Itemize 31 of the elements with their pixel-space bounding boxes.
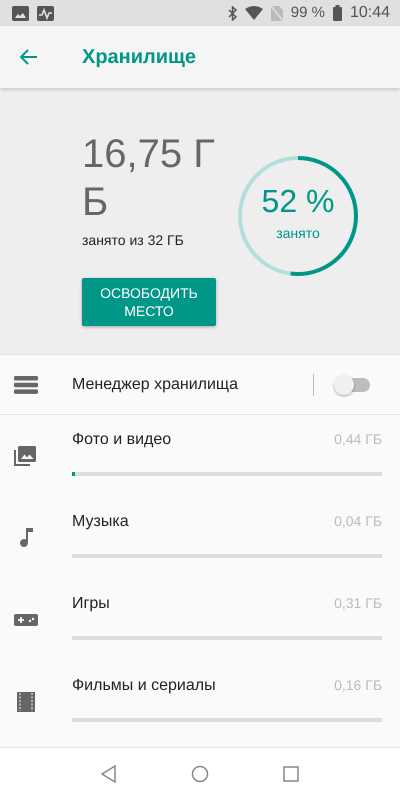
photos-icon bbox=[14, 444, 38, 468]
back-arrow-icon bbox=[20, 49, 38, 65]
wifi-icon bbox=[244, 6, 263, 20]
back-icon[interactable] bbox=[101, 765, 117, 783]
used-storage: 16,75 ГБ bbox=[82, 131, 216, 226]
usage-label: занято bbox=[276, 224, 320, 242]
category-size: 0,44 ГБ bbox=[334, 430, 382, 449]
recents-icon[interactable] bbox=[283, 766, 299, 782]
bluetooth-icon bbox=[228, 6, 237, 20]
battery-icon bbox=[332, 5, 342, 21]
category-size: 0,16 ГБ bbox=[334, 676, 382, 695]
category-label: Игры bbox=[72, 594, 110, 614]
battery-percent: 99 % bbox=[290, 2, 325, 23]
manager-label: Менеджер хранилища bbox=[72, 374, 239, 394]
category-label: Фото и видео bbox=[72, 430, 172, 450]
no-sim-icon bbox=[270, 6, 283, 20]
category-label: Музыка bbox=[72, 512, 129, 532]
free-up-button[interactable]: ОСВОБОДИТЬ МЕСТО bbox=[82, 278, 216, 326]
home-icon[interactable] bbox=[191, 765, 209, 783]
screen-title: Хранилище bbox=[82, 45, 196, 70]
image-icon bbox=[12, 6, 29, 20]
storage-manager-switch[interactable] bbox=[334, 374, 370, 394]
usage-percent: 52 % bbox=[262, 182, 334, 218]
activity-icon bbox=[37, 6, 54, 20]
storage-icon bbox=[14, 376, 38, 394]
clock: 10:44 bbox=[350, 3, 390, 23]
category-size: 0,04 ГБ bbox=[334, 512, 382, 531]
category-size: 0,31 ГБ bbox=[334, 594, 382, 613]
category-label: Фильмы и сериалы bbox=[72, 676, 216, 696]
storage-caption: занято из 32 ГБ bbox=[82, 231, 185, 250]
film-strip-icon bbox=[14, 690, 38, 714]
